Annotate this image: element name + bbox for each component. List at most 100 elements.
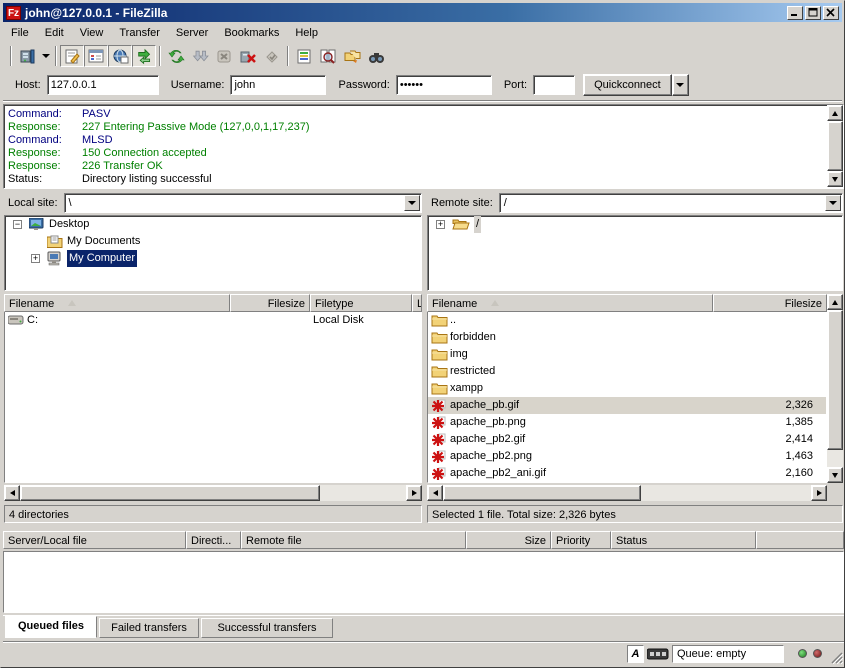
remote-file-row[interactable]: .. (428, 312, 826, 329)
menu-server[interactable]: Server (168, 25, 216, 41)
username-label: Username: (171, 79, 225, 91)
find-files-button[interactable] (364, 45, 388, 67)
minimize-button[interactable] (787, 6, 803, 20)
log-scroll-down-button[interactable] (827, 171, 843, 187)
menu-edit[interactable]: Edit (37, 25, 72, 41)
toggle-message-log-button[interactable] (60, 45, 84, 67)
toggle-transfer-queue-button[interactable] (132, 45, 156, 67)
disconnect-button[interactable] (236, 45, 260, 67)
expand-icon[interactable]: + (436, 220, 445, 229)
local-scroll-right-button[interactable] (406, 485, 422, 501)
local-scroll-left-button[interactable] (4, 485, 20, 501)
minimize-icon (790, 8, 800, 17)
tab-successful-transfers[interactable]: Successful transfers (201, 618, 333, 638)
menu-file[interactable]: File (3, 25, 37, 41)
file-name: apache_pb2_ani.gif (450, 465, 546, 482)
password-input[interactable] (396, 75, 492, 95)
local-column-filename[interactable]: Filename (4, 294, 230, 312)
local-site-bar: Local site: \ (4, 192, 422, 214)
local-file-row[interactable]: C: Local Disk (5, 312, 421, 329)
log-scrollbar-thumb[interactable] (827, 121, 843, 171)
queue-column-server-local-file[interactable]: Server/Local file (3, 531, 186, 549)
queue-list[interactable] (3, 551, 844, 613)
scroll-down-icon (832, 177, 838, 182)
local-hscrollbar-thumb[interactable] (20, 485, 320, 501)
site-manager-dropdown[interactable] (39, 45, 52, 67)
tree-item-my-documents[interactable]: My Documents (5, 233, 421, 250)
local-tree[interactable]: − Desktop My Documents + (4, 215, 422, 291)
remote-file-row[interactable]: img (428, 346, 826, 363)
remote-site-combo[interactable]: / (499, 193, 843, 213)
reconnect-button[interactable] (260, 45, 284, 67)
remote-site-value: / (500, 197, 824, 209)
local-site-combo-dropdown[interactable] (404, 195, 420, 211)
cancel-operation-button[interactable] (212, 45, 236, 67)
queue-column-status[interactable]: Status (611, 531, 756, 549)
datatype-indicator[interactable]: A (627, 645, 644, 663)
local-column-filesize[interactable]: Filesize (230, 294, 310, 312)
remote-file-row[interactable]: apache_pb2_ani.gif 2,160 (428, 465, 826, 482)
quickconnect-dropdown[interactable] (672, 74, 689, 96)
remote-file-row[interactable]: apache_pb.png 1,385 (428, 414, 826, 431)
remote-column-filesize[interactable]: Filesize (713, 294, 827, 312)
quickconnect-button[interactable]: Quickconnect (583, 74, 672, 96)
local-file-list[interactable]: C: Local Disk (4, 312, 422, 483)
image-file-icon (431, 416, 446, 430)
local-column-lastmodified[interactable]: L (412, 294, 422, 312)
remote-file-row-selected[interactable]: apache_pb.gif 2,326 (428, 397, 826, 414)
remote-scroll-up-button[interactable] (827, 294, 843, 310)
remote-scroll-right-button[interactable] (811, 485, 827, 501)
queue-column-priority[interactable]: Priority (551, 531, 611, 549)
remote-file-row[interactable]: apache_pb2.gif 2,414 (428, 431, 826, 448)
local-site-combo[interactable]: \ (64, 193, 422, 213)
tree-item-desktop[interactable]: − Desktop (5, 216, 421, 233)
maximize-button[interactable] (805, 6, 821, 20)
remote-scrollbar-thumb[interactable] (827, 310, 843, 450)
expand-icon[interactable]: + (31, 254, 40, 263)
tree-item-root[interactable]: + / (428, 216, 842, 233)
queue-column-direction[interactable]: Directi... (186, 531, 241, 549)
process-queue-button[interactable] (188, 45, 212, 67)
menu-help[interactable]: Help (287, 25, 326, 41)
tree-item-my-computer[interactable]: + My Computer (5, 250, 421, 267)
toolbar-separator (159, 46, 161, 66)
remote-file-row[interactable]: xampp (428, 380, 826, 397)
filezilla-logo-icon: Fz (6, 6, 21, 20)
local-column-filetype[interactable]: Filetype (310, 294, 412, 312)
remote-scroll-left-button[interactable] (427, 485, 443, 501)
remote-file-row[interactable]: forbidden (428, 329, 826, 346)
filename-filters-button[interactable] (292, 45, 316, 67)
menu-bookmarks[interactable]: Bookmarks (216, 25, 287, 41)
remote-scroll-down-button[interactable] (827, 467, 843, 483)
remote-file-row[interactable]: apache_pb2.png 1,463 (428, 448, 826, 465)
remote-file-row[interactable]: restricted (428, 363, 826, 380)
menu-view[interactable]: View (72, 25, 112, 41)
menu-transfer[interactable]: Transfer (111, 25, 168, 41)
close-button[interactable] (823, 6, 839, 20)
remote-column-filename[interactable]: Filename (427, 294, 713, 312)
queue-column-size[interactable]: Size (466, 531, 551, 549)
message-log[interactable]: Command:PASV Response:227 Entering Passi… (3, 104, 844, 189)
site-manager-button[interactable] (15, 45, 39, 67)
log-scroll-up-button[interactable] (827, 105, 843, 121)
toggle-local-tree-button[interactable] (84, 45, 108, 67)
file-size: 2,160 (728, 465, 813, 482)
remote-tree[interactable]: + / (427, 215, 843, 291)
collapse-icon[interactable]: − (13, 220, 22, 229)
remote-site-combo-dropdown[interactable] (825, 195, 841, 211)
username-input[interactable] (230, 75, 326, 95)
remote-hscrollbar-thumb[interactable] (443, 485, 641, 501)
resize-grip[interactable] (829, 650, 843, 664)
port-input[interactable] (533, 75, 575, 95)
refresh-button[interactable] (164, 45, 188, 67)
toggle-remote-tree-button[interactable] (108, 45, 132, 67)
host-input[interactable] (47, 75, 159, 95)
title-bar[interactable]: Fz john@127.0.0.1 - FileZilla (3, 3, 842, 22)
queue-column-remote-file[interactable]: Remote file (241, 531, 466, 549)
directory-comparison-button[interactable] (316, 45, 340, 67)
remote-file-list[interactable]: .. forbidden img restricted xampp apache… (427, 312, 827, 483)
tab-failed-transfers[interactable]: Failed transfers (99, 618, 199, 638)
speed-limit-badge-icon[interactable] (647, 648, 669, 660)
synchronized-browsing-button[interactable] (340, 45, 364, 67)
tab-queued-files[interactable]: Queued files (5, 616, 97, 638)
